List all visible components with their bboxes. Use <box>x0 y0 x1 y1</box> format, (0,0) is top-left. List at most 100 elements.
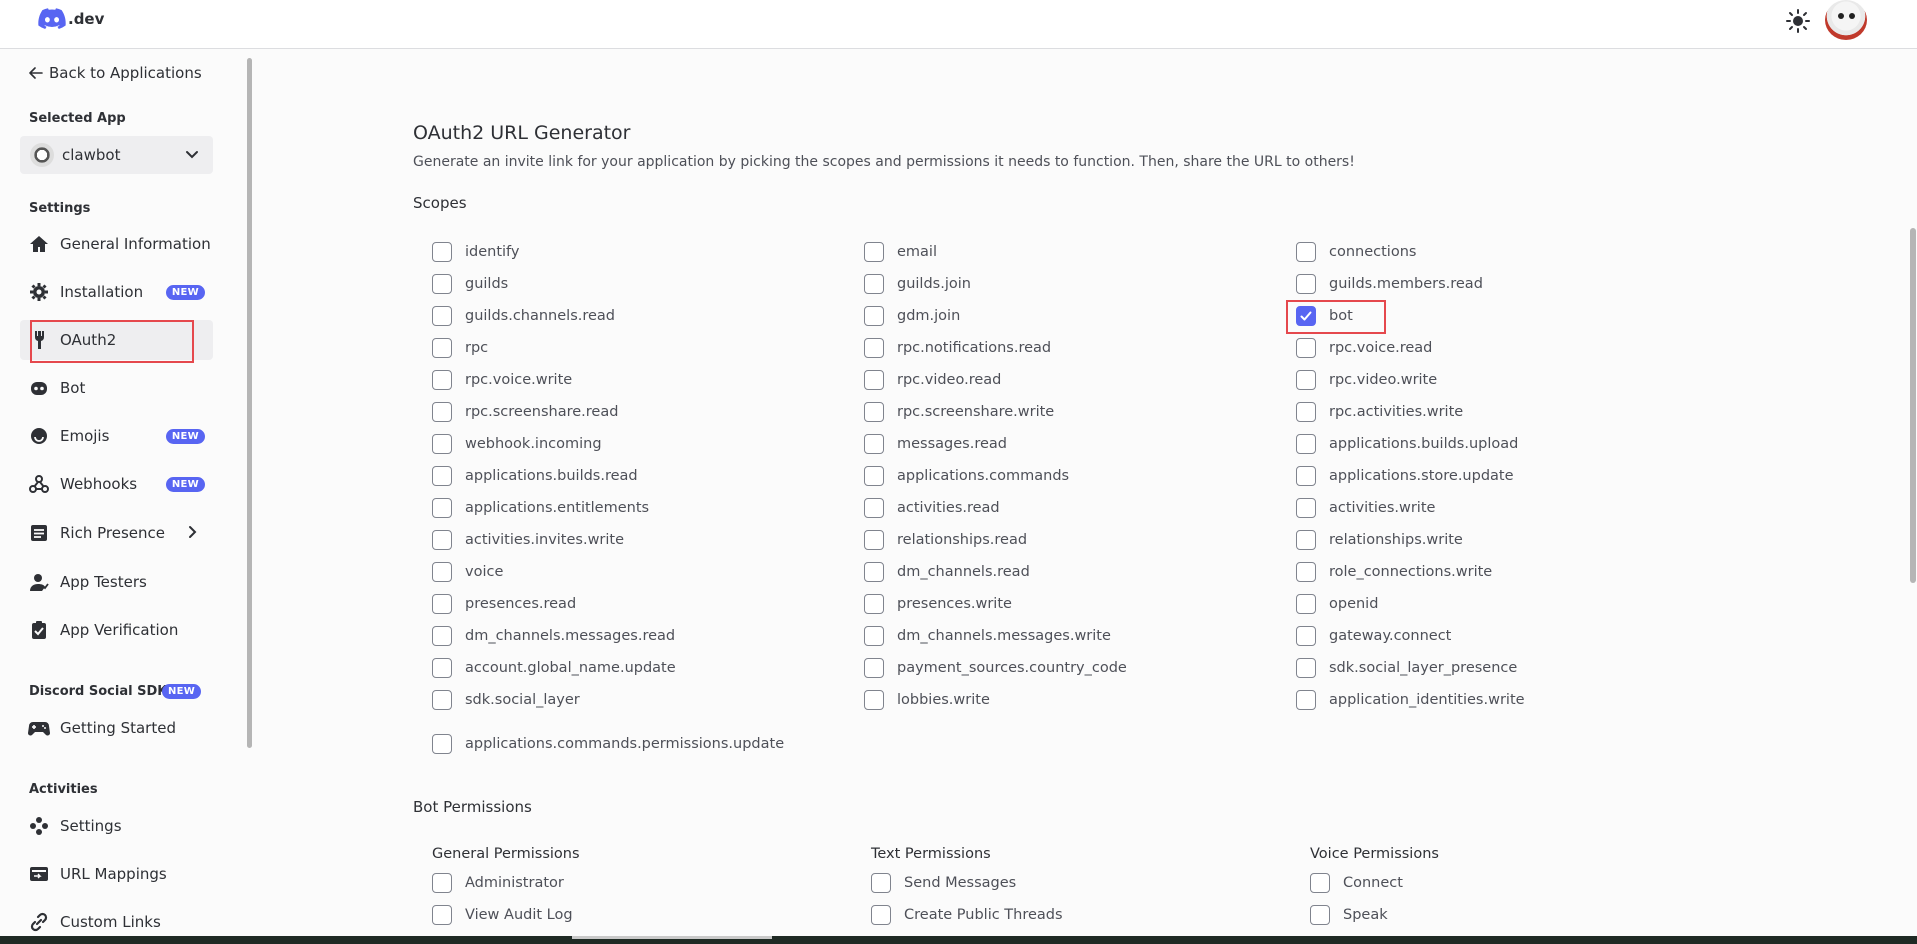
sidebar-item-rich-presence[interactable]: Rich Presence <box>20 513 213 553</box>
checkbox[interactable] <box>1296 626 1316 646</box>
checkbox[interactable] <box>864 306 884 326</box>
checkbox[interactable] <box>1296 562 1316 582</box>
checkbox[interactable] <box>864 690 884 710</box>
checkbox[interactable] <box>432 530 452 550</box>
sidebar-item-installation[interactable]: Installation NEW <box>20 272 213 312</box>
checkbox[interactable] <box>864 466 884 486</box>
checkbox[interactable] <box>1296 242 1316 262</box>
sidebar-scroll-thumb[interactable] <box>247 58 252 748</box>
checkbox[interactable] <box>432 434 452 454</box>
scope-option[interactable]: rpc.voice.write <box>432 370 572 390</box>
sidebar-item-getting-started[interactable]: Getting Started <box>20 708 213 748</box>
scope-option[interactable]: connections <box>1296 242 1416 262</box>
scope-option[interactable]: guilds.join <box>864 274 971 294</box>
scope-option[interactable]: presences.read <box>432 594 576 614</box>
scope-option[interactable]: role_connections.write <box>1296 562 1492 582</box>
sidebar-item-general-information[interactable]: General Information <box>20 224 213 264</box>
scope-option[interactable]: activities.read <box>864 498 1000 518</box>
scope-option[interactable]: guilds.members.read <box>1296 274 1483 294</box>
checkbox[interactable] <box>1296 274 1316 294</box>
checkbox[interactable] <box>432 562 452 582</box>
checkbox[interactable] <box>864 370 884 390</box>
checkbox[interactable] <box>432 466 452 486</box>
scope-option[interactable]: dm_channels.read <box>864 562 1030 582</box>
scope-option[interactable]: rpc.screenshare.write <box>864 402 1054 422</box>
app-selector[interactable]: clawbot <box>20 136 213 174</box>
scope-option[interactable]: sdk.social_layer <box>432 690 580 710</box>
scope-option[interactable]: openid <box>1296 594 1378 614</box>
checkbox[interactable] <box>864 498 884 518</box>
scope-option[interactable]: relationships.read <box>864 530 1027 550</box>
checkbox[interactable] <box>871 905 891 925</box>
scope-option[interactable]: rpc.activities.write <box>1296 402 1463 422</box>
scope-option[interactable]: lobbies.write <box>864 690 990 710</box>
checkbox[interactable] <box>432 306 452 326</box>
back-to-applications-link[interactable]: Back to Applications <box>29 64 202 82</box>
checkbox[interactable] <box>1296 530 1316 550</box>
checkbox[interactable] <box>871 873 891 893</box>
checkbox[interactable] <box>864 338 884 358</box>
scope-option[interactable]: applications.builds.upload <box>1296 434 1518 454</box>
checkbox[interactable] <box>432 498 452 518</box>
scope-option[interactable]: webhook.incoming <box>432 434 602 454</box>
checkbox[interactable] <box>432 594 452 614</box>
scope-option[interactable]: guilds <box>432 274 508 294</box>
checkbox[interactable] <box>432 905 452 925</box>
checkbox[interactable] <box>864 626 884 646</box>
scope-option[interactable]: dm_channels.messages.read <box>432 626 675 646</box>
scope-option[interactable]: gdm.join <box>864 306 960 326</box>
scope-option[interactable]: applications.commands <box>864 466 1069 486</box>
permission-option[interactable]: Speak <box>1310 905 1388 925</box>
permission-option[interactable]: Administrator <box>432 873 564 893</box>
sidebar-scrollbar[interactable] <box>246 52 252 934</box>
permission-option[interactable]: Create Public Threads <box>871 905 1063 925</box>
checkbox[interactable] <box>864 658 884 678</box>
checkbox[interactable] <box>1296 594 1316 614</box>
checkbox[interactable] <box>432 370 452 390</box>
scope-option[interactable]: applications.builds.read <box>432 466 638 486</box>
scope-option[interactable]: rpc.video.read <box>864 370 1001 390</box>
scope-option[interactable]: messages.read <box>864 434 1007 454</box>
checkbox[interactable] <box>1296 498 1316 518</box>
scope-option[interactable]: rpc.video.write <box>1296 370 1437 390</box>
scope-option[interactable]: voice <box>432 562 503 582</box>
checkbox[interactable] <box>864 530 884 550</box>
sun-icon[interactable] <box>1785 8 1811 34</box>
scope-option[interactable]: activities.invites.write <box>432 530 624 550</box>
scope-option[interactable]: email <box>864 242 937 262</box>
scope-option[interactable]: identify <box>432 242 520 262</box>
sidebar-item-url-mappings[interactable]: URL Mappings <box>20 854 213 894</box>
checkbox[interactable] <box>1296 658 1316 678</box>
sidebar-item-bot[interactable]: Bot <box>20 368 213 408</box>
checkbox[interactable] <box>432 658 452 678</box>
checkbox[interactable] <box>1296 434 1316 454</box>
checkbox[interactable] <box>432 626 452 646</box>
scope-option[interactable]: account.global_name.update <box>432 658 676 678</box>
scope-option[interactable]: applications.commands.permissions.update <box>432 734 784 754</box>
checkbox[interactable] <box>1310 873 1330 893</box>
permission-option[interactable]: View Audit Log <box>432 905 573 925</box>
checkbox[interactable] <box>432 402 452 422</box>
checkbox[interactable] <box>432 690 452 710</box>
scope-option[interactable]: applications.entitlements <box>432 498 649 518</box>
checkbox[interactable] <box>864 434 884 454</box>
permission-option[interactable]: Connect <box>1310 873 1403 893</box>
discord-dev-logo[interactable]: .dev <box>38 8 104 30</box>
scope-option[interactable]: rpc.voice.read <box>1296 338 1432 358</box>
checkbox[interactable] <box>1296 370 1316 390</box>
scope-option[interactable]: relationships.write <box>1296 530 1463 550</box>
scope-option[interactable]: guilds.channels.read <box>432 306 615 326</box>
checkbox[interactable] <box>1296 338 1316 358</box>
checkbox[interactable] <box>432 338 452 358</box>
scope-option[interactable]: activities.write <box>1296 498 1435 518</box>
sidebar-item-webhooks[interactable]: Webhooks NEW <box>20 464 213 504</box>
checkbox[interactable] <box>432 873 452 893</box>
sidebar-item-emojis[interactable]: Emojis NEW <box>20 416 213 456</box>
checkbox[interactable] <box>432 242 452 262</box>
user-avatar[interactable] <box>1825 0 1867 40</box>
permission-option[interactable]: Send Messages <box>871 873 1016 893</box>
checkbox[interactable] <box>432 734 452 754</box>
sidebar-item-activity-settings[interactable]: Settings <box>20 806 213 846</box>
checkbox[interactable] <box>864 594 884 614</box>
scope-option[interactable]: application_identities.write <box>1296 690 1525 710</box>
